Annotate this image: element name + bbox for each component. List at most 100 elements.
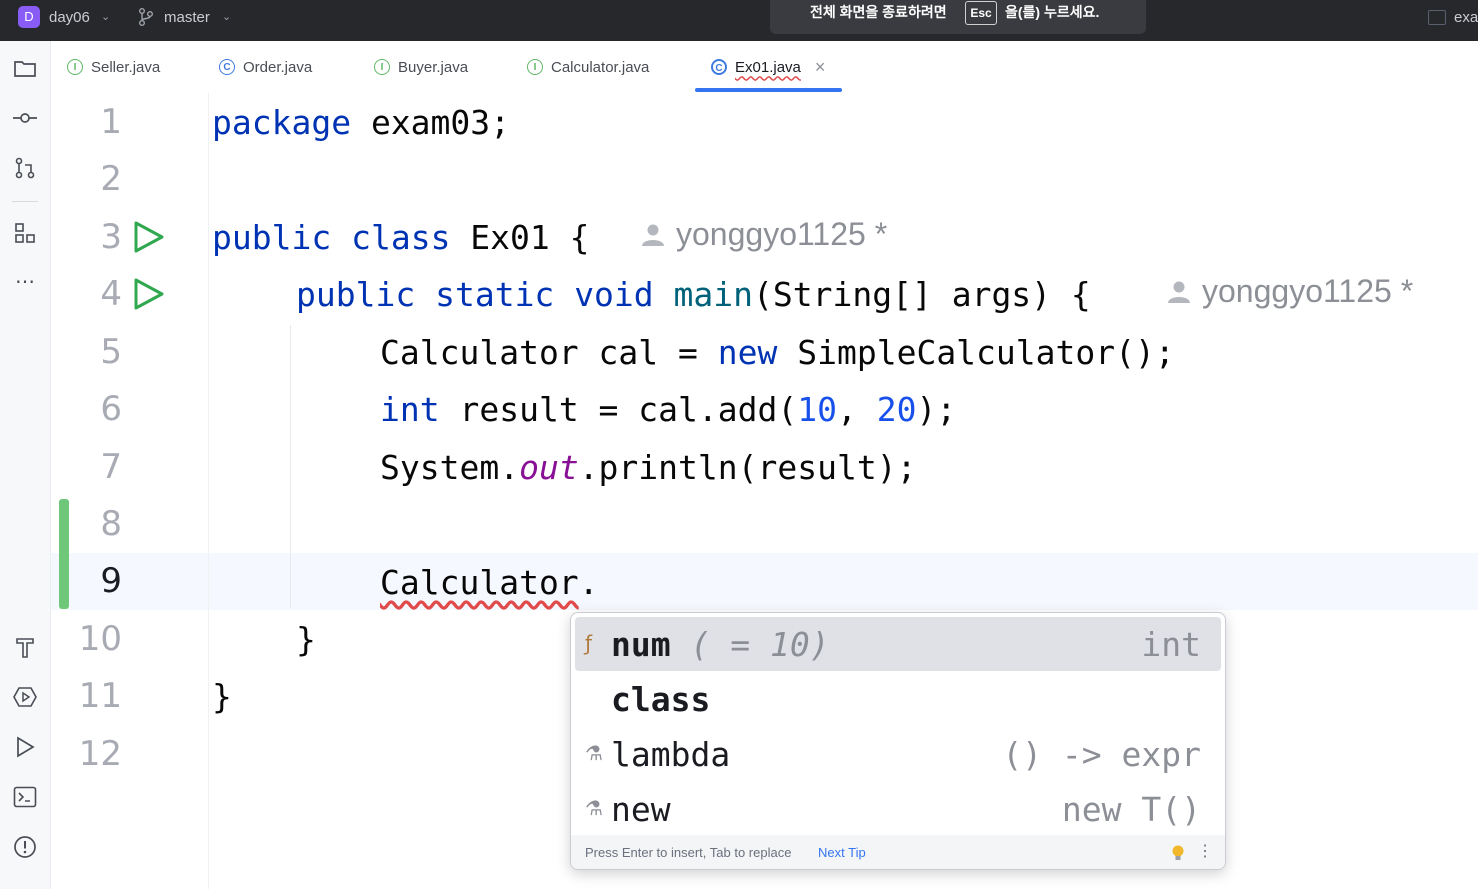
method-name: main [673, 275, 754, 314]
line-number: 11 [78, 676, 122, 716]
completion-name: num ( = 10) [611, 625, 830, 664]
run-main-icon[interactable] [133, 277, 165, 311]
completion-name: class [611, 680, 711, 719]
completion-item-new[interactable]: ⚗ new new T() [575, 782, 1221, 836]
more-icon[interactable]: ⋯ [11, 267, 39, 295]
line-number: 3 [100, 217, 122, 257]
static-field-icon: ƒ [585, 631, 593, 655]
keyword: package [212, 103, 352, 142]
code-line-1: package exam03; [212, 103, 510, 142]
chevron-down-icon[interactable]: ⌄ [101, 10, 110, 23]
code-text: . [578, 563, 599, 602]
gutter-separator [208, 93, 209, 889]
problems-icon[interactable] [11, 833, 39, 861]
keyword: class [351, 218, 451, 257]
completion-type: () -> expr [1002, 735, 1201, 774]
template-icon: ⚗ [585, 796, 603, 820]
number-literal: 20 [876, 390, 917, 429]
branch-name[interactable]: master [164, 9, 210, 26]
interface-icon: I [527, 59, 543, 75]
run-icon[interactable] [11, 733, 39, 761]
class-run-icon: C [711, 59, 727, 75]
keyword: public [296, 275, 416, 314]
author-hint[interactable]: yonggyo1125 * [640, 216, 887, 253]
keyword: static [435, 275, 555, 314]
code-text: ); [916, 390, 957, 429]
close-icon[interactable]: × [815, 57, 826, 78]
line-number-current: 9 [100, 561, 122, 601]
active-tab-indicator [695, 88, 842, 92]
author-name: yonggyo1125 * [1202, 273, 1414, 309]
structure-icon[interactable] [11, 219, 39, 247]
window-icon[interactable] [1428, 10, 1446, 25]
completion-type: new T() [1061, 790, 1201, 829]
keyword: int [380, 390, 440, 429]
tab-ex01-java[interactable]: C Ex01.java × [711, 41, 825, 93]
line-number: 7 [100, 447, 122, 487]
branch-icon [139, 8, 153, 26]
completion-name: new [611, 790, 671, 829]
completion-item-lambda[interactable]: ⚗ lambda () -> expr [575, 727, 1221, 781]
editor-tab-bar: I Seller.java C Order.java I Buyer.java … [51, 41, 1478, 94]
services-icon[interactable] [11, 683, 39, 711]
class-icon: C [219, 59, 235, 75]
tab-label: Order.java [243, 58, 313, 76]
indent-guide [290, 325, 291, 608]
lightbulb-icon[interactable] [1171, 844, 1185, 862]
error-identifier: Calculator [380, 563, 579, 602]
completion-name: lambda [611, 735, 731, 774]
completion-item-num[interactable]: ƒ num ( = 10) int [575, 617, 1221, 671]
code-text: result = cal.add( [439, 390, 798, 429]
more-vertical-icon[interactable]: ⋮ [1197, 841, 1213, 861]
completion-item-class[interactable]: class [575, 672, 1221, 726]
next-tip-link[interactable]: Next Tip [818, 845, 866, 860]
keyword: public [212, 218, 332, 257]
project-badge[interactable]: D [18, 6, 40, 28]
code-line-10: } [296, 620, 316, 659]
interface-icon: I [374, 59, 390, 75]
code-completion-popup: ƒ num ( = 10) int class ⚗ lambda () -> e… [570, 612, 1226, 870]
strip-divider [12, 201, 38, 202]
code-line-3: public class Ex01 { [212, 218, 590, 257]
line-number: 5 [100, 332, 122, 372]
project-name[interactable]: day06 [49, 9, 90, 26]
terminal-icon[interactable] [11, 783, 39, 811]
tab-buyer-java[interactable]: I Buyer.java [374, 41, 468, 93]
tab-label: Seller.java [91, 58, 161, 76]
title-right-text: exa [1454, 9, 1478, 26]
fullscreen-msg-right: 을(를) 누르세요. [1005, 4, 1100, 20]
keyword: new [717, 333, 778, 372]
code-line-9: Calculator. [380, 563, 599, 602]
completion-footer: Press Enter to insert, Tab to replace Ne… [571, 835, 1225, 869]
tool-window-strip: ⋯ [0, 41, 51, 889]
line-number: 1 [100, 102, 122, 142]
code-text: Ex01 { [450, 218, 590, 257]
author-hint[interactable]: yonggyo1125 * [1166, 273, 1413, 310]
completion-type: int [1141, 625, 1201, 664]
folder-icon[interactable] [11, 54, 39, 82]
tab-order-java[interactable]: C Order.java [219, 41, 312, 93]
tab-calculator-java[interactable]: I Calculator.java [527, 41, 649, 93]
line-number: 6 [100, 389, 122, 429]
user-icon [642, 224, 664, 246]
fullscreen-exit-message: 전체 화면을 종료하려면 Esc 을(를) 누르세요. [770, 0, 1146, 34]
code-text: Calculator cal = [380, 333, 718, 372]
code-line-7: System.out.println(result); [380, 448, 916, 487]
code-line-4: public static void main(String[] args) { [296, 275, 1091, 314]
build-icon[interactable] [11, 633, 39, 661]
commit-icon[interactable] [11, 104, 39, 132]
code-text: , [836, 390, 877, 429]
number-literal: 10 [797, 390, 837, 429]
code-line-5: Calculator cal = new SimpleCalculator(); [380, 333, 1175, 372]
code-text: (String[] args) { [753, 275, 1091, 314]
run-class-icon[interactable] [133, 220, 165, 254]
chevron-down-icon[interactable]: ⌄ [222, 10, 231, 23]
line-number: 10 [78, 619, 122, 659]
completion-name-text: num [611, 625, 671, 664]
line-number: 8 [100, 504, 122, 544]
tab-seller-java[interactable]: I Seller.java [67, 41, 160, 93]
tab-label: Buyer.java [398, 58, 469, 76]
pull-request-icon[interactable] [11, 154, 39, 182]
line-number: 12 [78, 734, 122, 774]
keyword: void [574, 275, 654, 314]
